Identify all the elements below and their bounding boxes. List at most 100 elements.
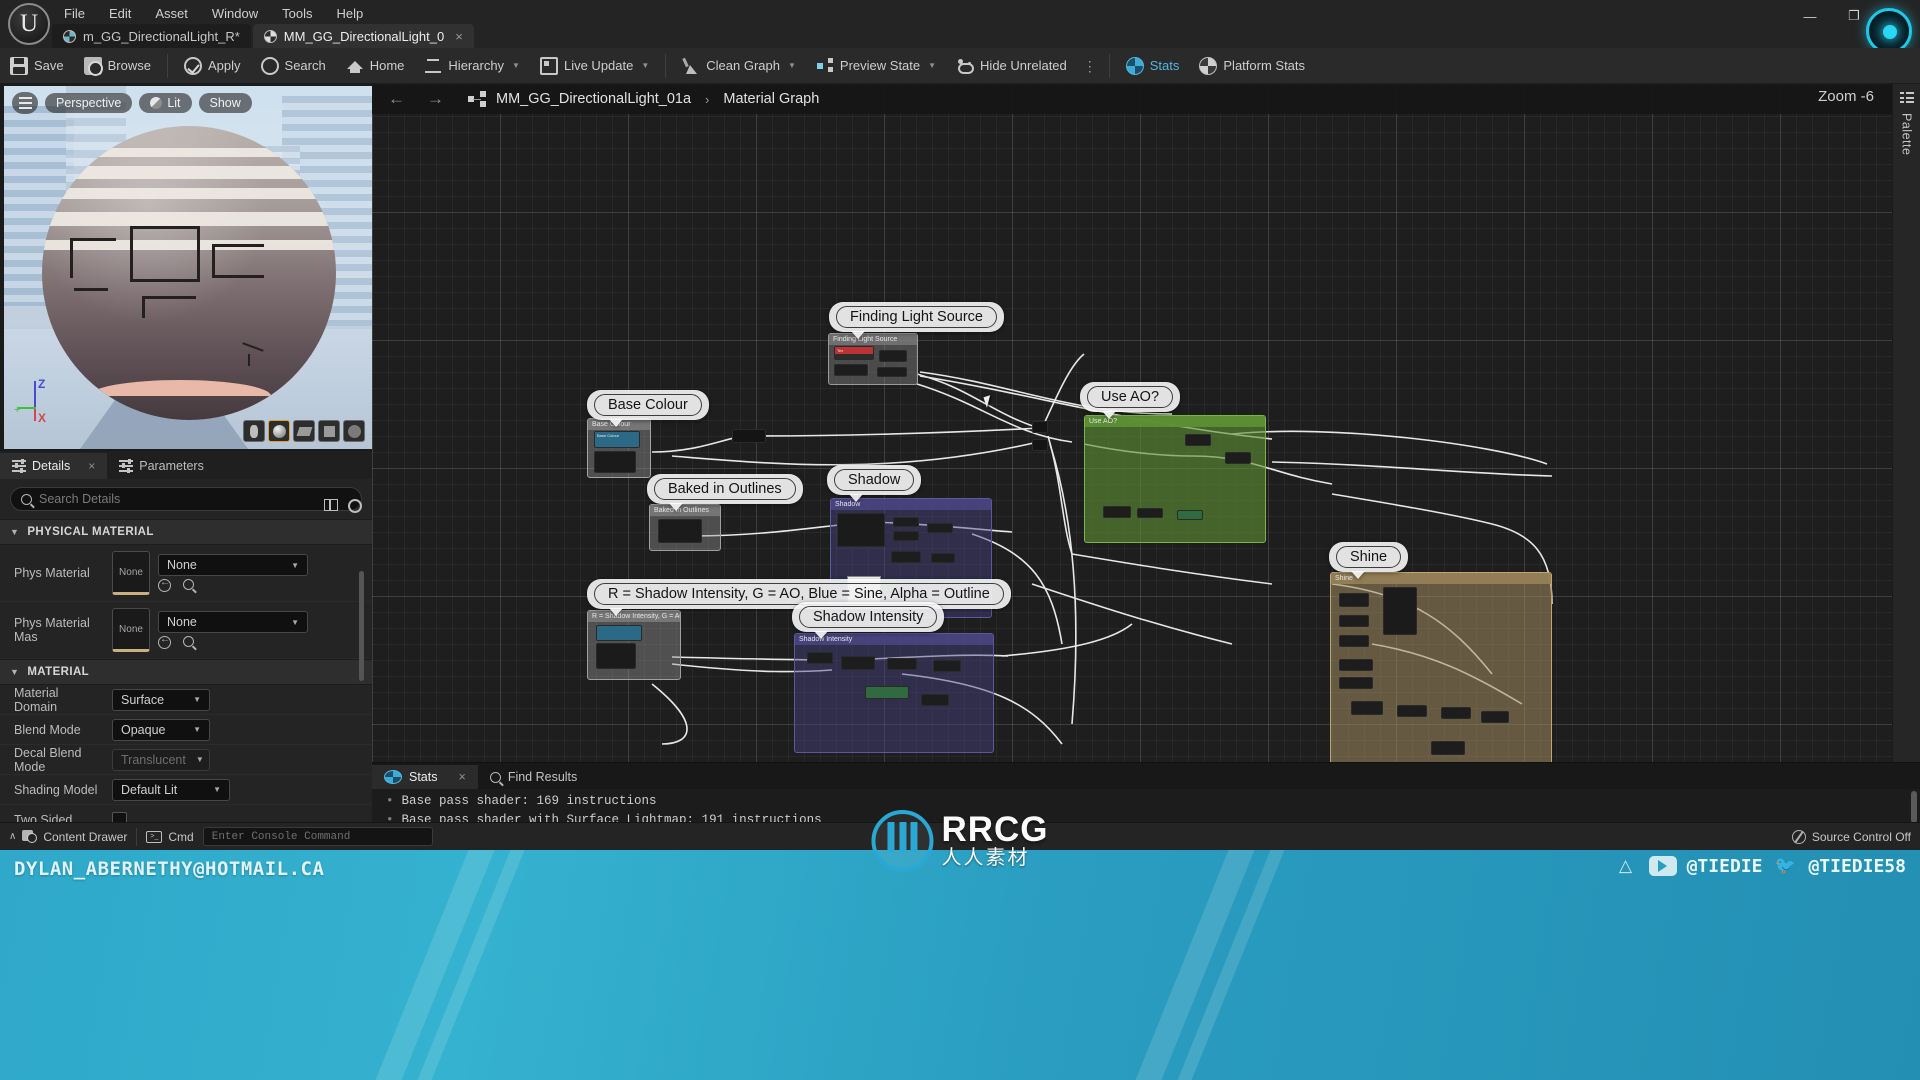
- unreal-logo-icon[interactable]: U: [8, 3, 50, 45]
- menu-file[interactable]: File: [52, 2, 97, 25]
- hide-unrelated-button[interactable]: Hide Unrelated: [946, 48, 1077, 84]
- back-arrow-icon[interactable]: ←: [382, 89, 411, 109]
- axis-gizmo: Z X +: [14, 377, 62, 427]
- close-icon[interactable]: ×: [88, 459, 95, 473]
- search-button[interactable]: Search: [251, 48, 336, 84]
- chevron-down-icon[interactable]: ▼: [10, 527, 19, 537]
- details-scrollbar[interactable]: [359, 571, 364, 681]
- callout-text: Shadow Intensity: [799, 606, 938, 628]
- comment-box-base-colour[interactable]: Base Colour Base Colour: [587, 418, 651, 478]
- material-preview-viewport[interactable]: Perspective Lit Show Z X +: [4, 86, 372, 449]
- cmd-button[interactable]: >_ Cmd: [137, 823, 202, 851]
- twitter-icon: 🐦: [1774, 856, 1797, 875]
- graph-node[interactable]: [732, 429, 766, 443]
- preview-shape-sphere[interactable]: [268, 420, 290, 442]
- comment-title: Finding Light Source: [829, 334, 917, 345]
- close-icon[interactable]: ×: [459, 770, 466, 784]
- menu-window[interactable]: Window: [200, 2, 270, 25]
- breadcrumb-graph[interactable]: Material Graph: [723, 91, 819, 107]
- stats-button[interactable]: Stats: [1116, 48, 1190, 84]
- breadcrumb-asset[interactable]: MM_GG_DirectionalLight_01a: [496, 91, 691, 107]
- blend-mode-combo[interactable]: Opaque ▼: [112, 718, 210, 741]
- source-control-button[interactable]: Source Control Off: [1783, 823, 1920, 851]
- stats-label: Stats: [1149, 58, 1180, 73]
- property-row-phys-material-mask: Phys Material Mas None None ▼: [0, 602, 372, 659]
- hierarchy-button[interactable]: Hierarchy ▼: [414, 48, 530, 84]
- breadcrumb-separator: ›: [705, 91, 710, 107]
- gear-icon[interactable]: [348, 499, 362, 513]
- palette-rail[interactable]: Palette: [1892, 84, 1920, 762]
- platform-stats-button[interactable]: Platform Stats: [1189, 48, 1315, 84]
- phys-material-combo[interactable]: None ▼: [158, 554, 308, 576]
- menu-help[interactable]: Help: [324, 2, 375, 25]
- section-physical-material[interactable]: ▼ PHYSICAL MATERIAL: [0, 519, 372, 545]
- callout-text: Baked in Outlines: [654, 478, 796, 500]
- chevron-down-icon[interactable]: ▼: [641, 61, 649, 70]
- comment-box-channel-legend[interactable]: R = Shadow Intensity, G = AO, Blue = ...: [587, 610, 681, 680]
- search-details-field[interactable]: [10, 487, 362, 511]
- comment-box-shadow-intensity[interactable]: Shadow Intensity: [794, 633, 994, 753]
- save-button[interactable]: Save: [0, 48, 74, 84]
- editor-tab-material-instance[interactable]: m_GG_DirectionalLight_R*: [52, 24, 251, 48]
- show-menu-button[interactable]: Show: [198, 93, 252, 113]
- chevron-down-icon: ▼: [213, 785, 221, 794]
- tab-details[interactable]: Details ×: [0, 453, 108, 479]
- close-icon[interactable]: ×: [455, 29, 463, 44]
- home-button[interactable]: Home: [336, 48, 415, 84]
- property-row-phys-material: Phys Material None None ▼: [0, 545, 372, 602]
- asset-thumbnail[interactable]: None: [112, 608, 150, 652]
- menu-asset[interactable]: Asset: [143, 2, 200, 25]
- content-drawer-button[interactable]: ∧ Content Drawer: [0, 823, 136, 851]
- preview-sphere[interactable]: [42, 126, 336, 420]
- preview-shape-custom[interactable]: [343, 420, 365, 442]
- reset-icon[interactable]: [158, 577, 171, 592]
- search-input[interactable]: [39, 492, 289, 506]
- minimize-button[interactable]: —: [1788, 0, 1832, 32]
- section-material[interactable]: ▼ MATERIAL: [0, 659, 372, 685]
- menu-edit[interactable]: Edit: [97, 2, 143, 25]
- graph-node[interactable]: [1032, 439, 1048, 451]
- browse-asset-icon[interactable]: [183, 636, 194, 647]
- overflow-dots-icon[interactable]: ⋮: [1077, 59, 1103, 73]
- preview-state-button[interactable]: Preview State ▼: [806, 48, 946, 84]
- editor-tab-material[interactable]: MM_GG_DirectionalLight_0 ×: [252, 24, 474, 48]
- shading-model-combo[interactable]: Default Lit ▼: [112, 778, 230, 801]
- platform-stats-icon: [1199, 56, 1218, 75]
- camera-mode-button[interactable]: Perspective: [45, 93, 133, 113]
- console-command-input[interactable]: Enter Console Command: [202, 827, 433, 846]
- asset-thumbnail[interactable]: None: [112, 551, 150, 595]
- tab-stats[interactable]: Stats ×: [372, 765, 478, 789]
- comment-box-shine[interactable]: Shine MATERIAL: [1330, 572, 1552, 762]
- preview-shape-cylinder[interactable]: [243, 420, 265, 442]
- comment-box-finding-light-source[interactable]: Finding Light Source Tex: [828, 333, 918, 385]
- reset-icon[interactable]: [158, 634, 171, 649]
- preview-state-label: Preview State: [839, 58, 921, 73]
- chevron-down-icon[interactable]: ▼: [10, 667, 19, 677]
- phys-material-mask-combo[interactable]: None ▼: [158, 611, 308, 633]
- comment-box-use-ao[interactable]: Use AO?: [1084, 415, 1266, 543]
- browse-asset-icon[interactable]: [183, 579, 194, 590]
- graph-node[interactable]: [1032, 421, 1048, 433]
- menu-tools[interactable]: Tools: [270, 2, 324, 25]
- tab-parameters[interactable]: Parameters: [107, 453, 216, 479]
- clean-graph-button[interactable]: Clean Graph ▼: [672, 48, 806, 84]
- chevron-down-icon[interactable]: ▼: [928, 61, 936, 70]
- comment-box-baked-in-outlines[interactable]: Baked in Outlines: [649, 504, 721, 551]
- lighting-mode-button[interactable]: Lit: [139, 93, 192, 113]
- chevron-down-icon[interactable]: ▼: [788, 61, 796, 70]
- material-domain-combo[interactable]: Surface ▼: [112, 688, 210, 711]
- apply-button[interactable]: Apply: [174, 48, 251, 84]
- material-graph-canvas[interactable]: Finding Light Source Tex Base Colour Bas…: [372, 84, 1920, 762]
- live-update-button[interactable]: Live Update ▼: [530, 48, 659, 84]
- source-control-icon: [1791, 829, 1806, 844]
- tab-find-results[interactable]: Find Results: [478, 765, 589, 789]
- forward-arrow-icon[interactable]: →: [421, 89, 450, 109]
- browse-button[interactable]: Browse: [74, 48, 161, 84]
- lighting-mode-label: Lit: [167, 96, 181, 110]
- hamburger-icon[interactable]: [12, 92, 38, 114]
- preview-shape-cube[interactable]: [318, 420, 340, 442]
- chevron-down-icon[interactable]: ▼: [512, 61, 520, 70]
- preview-shape-plane[interactable]: [293, 420, 315, 442]
- stats-scrollbar[interactable]: [1911, 791, 1917, 823]
- column-layout-icon[interactable]: [324, 498, 338, 511]
